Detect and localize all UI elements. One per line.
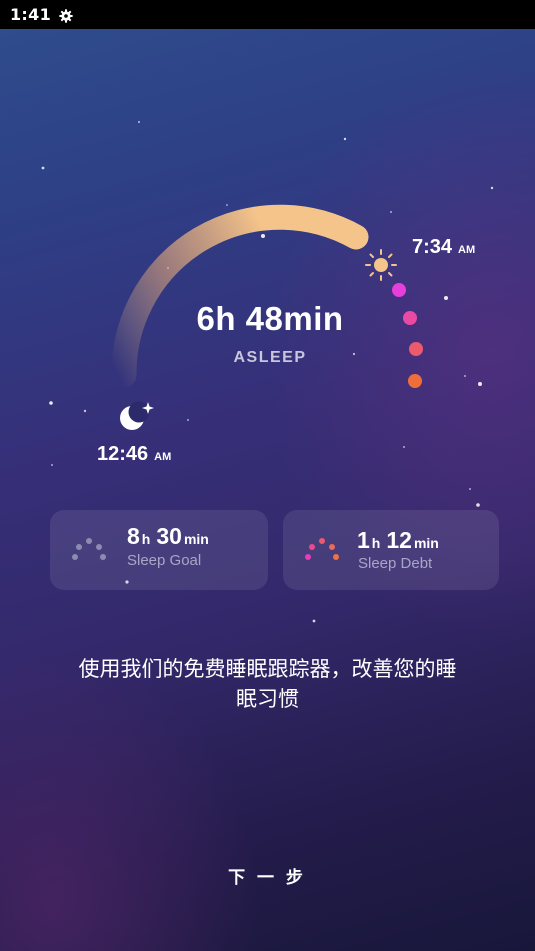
bed-time: 12:46 AM xyxy=(97,443,171,466)
sleep-debt-label: Sleep Debt xyxy=(358,555,433,572)
sleep-dot-2 xyxy=(403,311,417,325)
promo-text-line-2: 眠习惯 xyxy=(236,687,299,711)
sleep-goal-hours: 8 xyxy=(127,523,140,549)
sleep-debt-hours: 1 xyxy=(357,527,370,553)
sleep-arc xyxy=(111,204,423,430)
moon-icon xyxy=(120,401,154,430)
app-screen: 1:41 6h 48min ASLEEP 7:34 AM 12:46 AM 8 … xyxy=(0,0,535,951)
sleep-debt-minutes-unit: min xyxy=(413,535,439,551)
wake-time-value: 7:34 xyxy=(412,236,453,258)
bed-time-ampm: AM xyxy=(154,451,172,463)
sleep-debt-value: 1 h 12 min xyxy=(357,527,445,554)
sleep-goal-minutes-unit: min xyxy=(183,531,209,547)
wake-time: 7:34 AM xyxy=(412,236,475,259)
wake-time-ampm: AM xyxy=(458,244,476,256)
next-step-button[interactable]: 下 一 步 xyxy=(197,860,337,896)
sleep-goal-minutes: 30 xyxy=(156,523,182,549)
sleep-goal-hours-unit: h xyxy=(141,531,151,547)
sleep-goal-card: 8 h 30 min Sleep Goal xyxy=(50,510,268,590)
sleep-goal-value: 8 h 30 min xyxy=(127,523,215,550)
sleep-debt-hours-unit: h xyxy=(371,535,381,551)
promo-text-line-1: 使用我们的免费睡眠跟踪器，改善您的睡 xyxy=(78,657,457,681)
sun-icon xyxy=(365,249,397,281)
promo-text: 使用我们的免费睡眠跟踪器，改善您的睡 眠习惯 xyxy=(40,654,495,714)
sleep-dot-1 xyxy=(392,283,406,297)
asleep-label: ASLEEP xyxy=(233,349,307,366)
sleep-goal-label: Sleep Goal xyxy=(127,552,202,569)
sleep-dot-4 xyxy=(408,374,422,388)
sleep-debt-card: 1 h 12 min Sleep Debt xyxy=(283,510,499,590)
sleep-debt-minutes: 12 xyxy=(386,527,412,553)
bed-time-value: 12:46 xyxy=(97,443,149,465)
dotted-arc-icon xyxy=(72,538,106,560)
dotted-arc-icon xyxy=(305,538,339,560)
sleep-duration: 6h 48min xyxy=(196,300,344,337)
sleep-dot-3 xyxy=(409,342,423,356)
